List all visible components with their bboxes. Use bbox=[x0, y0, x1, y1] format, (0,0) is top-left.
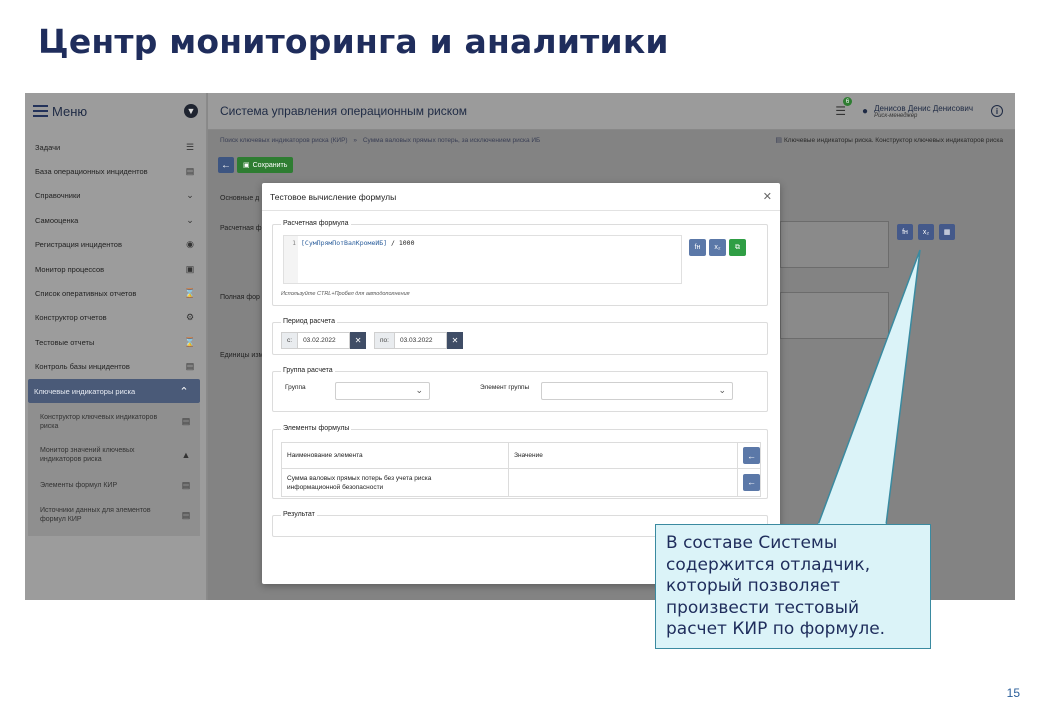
page-number: 15 bbox=[1006, 686, 1020, 700]
callout-box: В составе Системы содержится отладчик, к… bbox=[655, 524, 931, 649]
